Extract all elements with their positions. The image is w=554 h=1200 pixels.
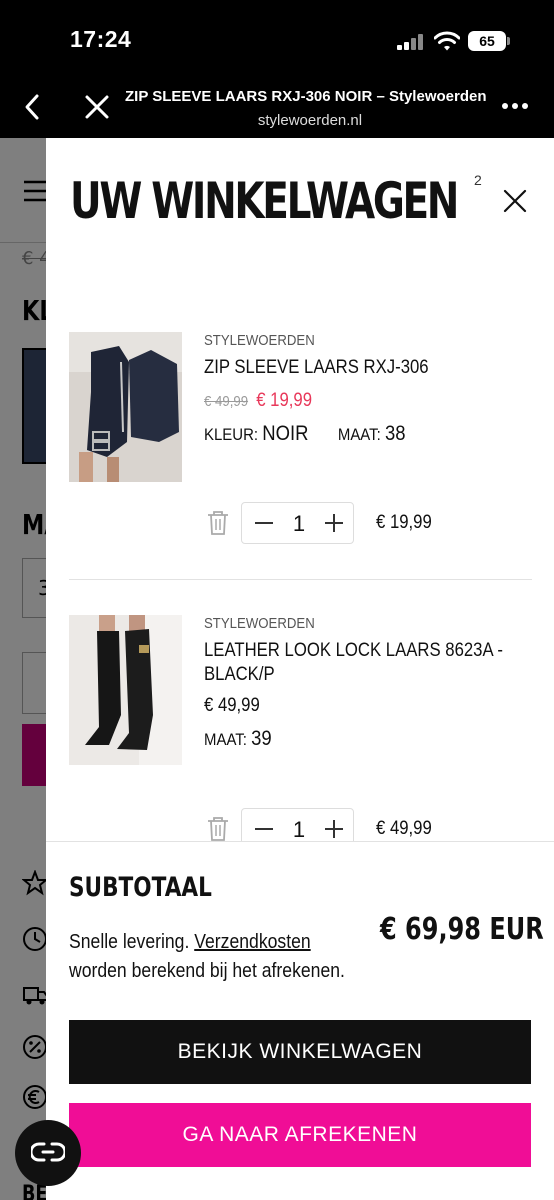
color-label: KLEUR: <box>204 425 259 444</box>
product-image[interactable] <box>69 332 182 482</box>
product-image[interactable] <box>69 615 182 765</box>
plus-icon[interactable] <box>322 511 346 535</box>
size-value: 39 <box>251 727 272 750</box>
item-vendor: STYLEWOERDEN <box>204 332 315 349</box>
item-price: € 49,99 € 19,99 <box>204 390 312 412</box>
shipping-costs-link[interactable]: Verzendkosten <box>194 931 310 953</box>
quantity-stepper: 1 <box>241 502 354 544</box>
chat-button[interactable] <box>15 1120 81 1186</box>
battery-tip <box>507 37 510 45</box>
view-cart-button[interactable]: BEKIJK WINKELWAGEN <box>69 1020 531 1084</box>
item-regular-price: € 49,99 <box>204 695 260 716</box>
trash-icon[interactable] <box>206 816 230 842</box>
quantity-value[interactable]: 1 <box>282 511 316 537</box>
shipping-note-suffix: worden berekend bij het afrekenen. <box>69 960 345 982</box>
minus-icon[interactable] <box>252 511 276 535</box>
quantity-value[interactable]: 1 <box>282 817 316 843</box>
plus-icon[interactable] <box>322 817 346 841</box>
item-vendor: STYLEWOERDEN <box>204 615 315 632</box>
line-total: € 19,99 <box>376 512 432 533</box>
status-bar: 17:24 65 <box>0 0 554 80</box>
size-label: MAAT: <box>204 730 247 749</box>
chat-icon <box>31 1142 65 1162</box>
page-domain: stylewoerden.nl <box>257 112 363 129</box>
cart-drawer: UW WINKELWAGEN 2 STYLEWOERDEN ZIP SLEEVE… <box>46 138 554 1200</box>
cart-title: UW WINKELWAGEN <box>70 172 459 230</box>
item-name[interactable]: ZIP SLEEVE LAARS RXJ-306 <box>204 356 521 380</box>
cart-count: 2 <box>474 172 482 188</box>
item-price: € 49,99 <box>204 695 260 717</box>
battery-indicator: 65 <box>468 31 506 51</box>
color-value: NOIR <box>262 422 309 445</box>
size-label: MAAT: <box>337 425 381 444</box>
signal-icon <box>397 34 425 50</box>
minus-icon[interactable] <box>252 817 276 841</box>
page-title: ZIP SLEEVE LAARS RXJ-306 NOIR – Stylewoe… <box>125 88 487 105</box>
shipping-note-prefix: Snelle levering. <box>69 931 190 953</box>
close-icon[interactable] <box>82 92 112 122</box>
more-icon[interactable] <box>500 94 530 118</box>
browser-bar: ZIP SLEEVE LAARS RXJ-306 NOIR – Stylewoe… <box>0 80 554 138</box>
wifi-icon <box>434 31 460 51</box>
cart-item: STYLEWOERDEN ZIP SLEEVE LAARS RXJ-306 € … <box>46 332 554 612</box>
trash-icon[interactable] <box>206 510 230 536</box>
size-value: 38 <box>384 422 406 445</box>
status-time: 17:24 <box>70 26 132 52</box>
item-sale-price: € 19,99 <box>256 390 313 411</box>
checkout-button[interactable]: GA NAAR AFREKENEN <box>69 1103 531 1167</box>
item-name[interactable]: LEATHER LOOK LOCK LAARS 8623A - BLACK/P <box>204 639 521 687</box>
close-icon[interactable] <box>502 188 528 214</box>
subtotal-label: SUBTOTAAL <box>69 872 212 903</box>
shipping-note: Snelle levering. Verzendkosten worden be… <box>69 928 368 986</box>
item-variant: MAAT: 39 <box>204 727 272 751</box>
cart-footer: SUBTOTAAL € 69,98 EUR Snelle levering. V… <box>46 841 554 1200</box>
item-old-price: € 49,99 <box>204 393 249 410</box>
subtotal-value: € 69,98 EUR <box>380 912 544 947</box>
item-divider <box>69 579 532 580</box>
item-variant: KLEUR: NOIR MAAT: 38 <box>204 422 406 446</box>
line-total: € 49,99 <box>376 818 432 839</box>
back-icon[interactable] <box>18 92 48 122</box>
